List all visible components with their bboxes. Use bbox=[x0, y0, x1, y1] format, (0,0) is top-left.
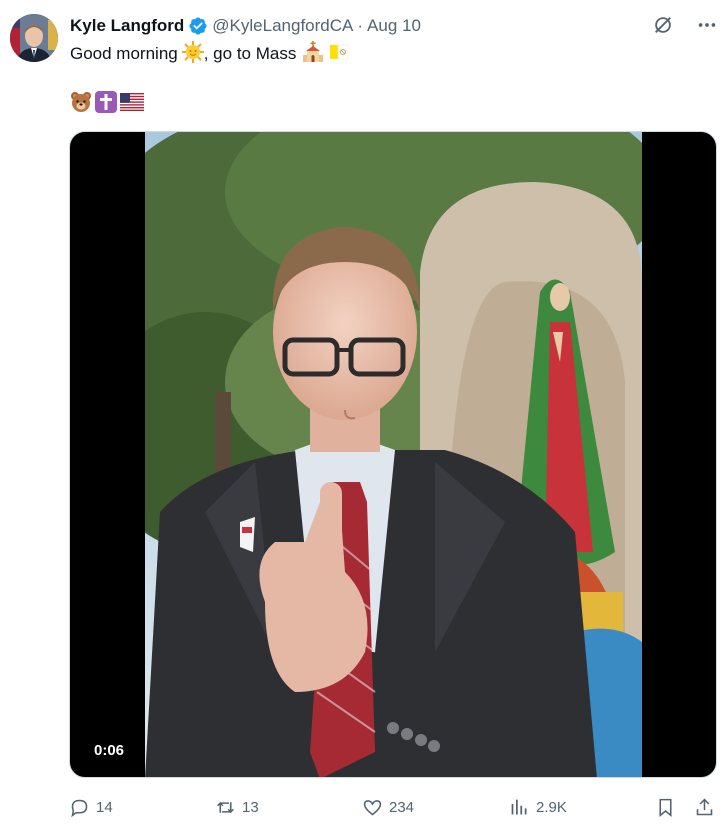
verified-badge-icon[interactable] bbox=[184, 16, 208, 36]
heart-icon bbox=[362, 797, 383, 818]
views-count: 2.9K bbox=[536, 798, 567, 816]
grok-icon[interactable] bbox=[652, 14, 674, 36]
repost-count: 13 bbox=[242, 798, 259, 816]
bookmark-icon bbox=[655, 797, 676, 818]
reply-icon bbox=[69, 797, 90, 818]
us-flag-icon bbox=[120, 92, 144, 116]
repost-icon bbox=[215, 797, 236, 818]
more-options-icon[interactable] bbox=[696, 14, 718, 36]
author-name[interactable]: Kyle Langford bbox=[70, 16, 184, 36]
avatar[interactable] bbox=[10, 14, 58, 62]
author-handle[interactable]: @KyleLangfordCA bbox=[212, 16, 353, 36]
latin-cross-icon bbox=[95, 90, 117, 118]
post-header: Kyle Langford @KyleLangfordCA · Aug 10 bbox=[70, 15, 421, 37]
bookmark-button[interactable] bbox=[655, 792, 676, 822]
vatican-flag-icon bbox=[330, 43, 350, 66]
post-text: Good morning , go to Mass bbox=[70, 40, 350, 68]
reply-count: 14 bbox=[96, 798, 113, 816]
repost-button[interactable]: 13 bbox=[215, 792, 259, 822]
video-player[interactable]: 0:06 bbox=[69, 131, 717, 778]
bear-face-icon bbox=[70, 91, 92, 118]
sun-face-icon bbox=[181, 40, 204, 68]
share-icon bbox=[694, 797, 715, 818]
post-emoji-line bbox=[70, 90, 144, 118]
views-button[interactable]: 2.9K bbox=[509, 792, 567, 822]
church-icon bbox=[302, 40, 324, 68]
post-actions-bar: 14 13 234 2.9K bbox=[69, 792, 719, 822]
like-button[interactable]: 234 bbox=[362, 792, 414, 822]
share-button[interactable] bbox=[694, 792, 715, 822]
views-chart-icon bbox=[509, 797, 530, 818]
post-text-part2: , go to Mass bbox=[203, 44, 297, 63]
video-thumbnail bbox=[145, 132, 642, 777]
post-text-part1: Good morning bbox=[70, 44, 178, 63]
like-count: 234 bbox=[389, 798, 415, 816]
post-date[interactable]: Aug 10 bbox=[367, 16, 421, 36]
reply-button[interactable]: 14 bbox=[69, 792, 113, 822]
separator-dot: · bbox=[357, 16, 364, 35]
video-timestamp: 0:06 bbox=[88, 740, 131, 761]
